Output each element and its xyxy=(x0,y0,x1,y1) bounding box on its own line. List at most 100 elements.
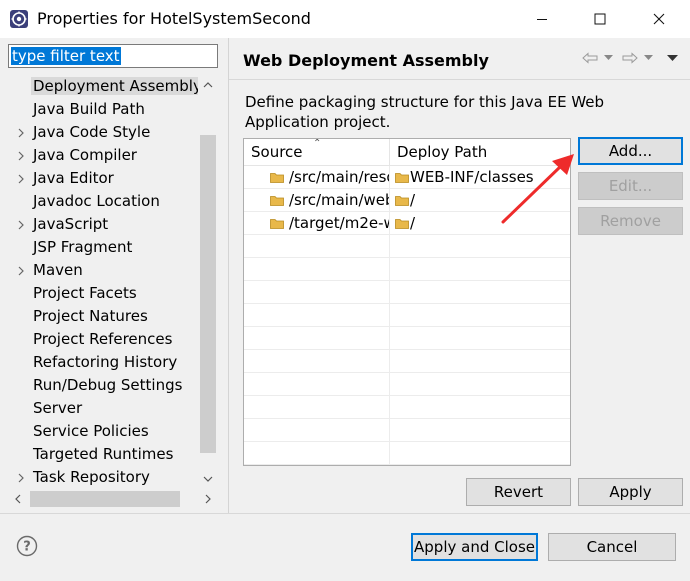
chevron-up-icon xyxy=(203,82,213,88)
tree-item[interactable]: Project Natures xyxy=(8,305,198,328)
remove-button[interactable]: Remove xyxy=(578,207,683,235)
expand-chevron-icon[interactable] xyxy=(15,167,27,190)
cell-deploy-path xyxy=(390,235,570,258)
deploy-path-text: / xyxy=(410,191,416,209)
expand-chevron-icon[interactable] xyxy=(15,144,27,167)
forward-menu-button[interactable] xyxy=(642,48,654,68)
view-menu-button[interactable] xyxy=(665,48,679,68)
tree-item[interactable]: Refactoring History xyxy=(8,351,198,374)
cell-deploy-path xyxy=(390,373,570,396)
folder-icon xyxy=(395,173,409,183)
tree-item[interactable]: Java Code Style xyxy=(8,121,198,144)
table-row-empty xyxy=(244,442,570,465)
tree-item-label: Javadoc Location xyxy=(33,192,160,210)
add-button[interactable]: Add... xyxy=(578,137,683,165)
column-header-deploy-path-label: Deploy Path xyxy=(397,143,488,161)
tree-item[interactable]: Server xyxy=(8,397,198,420)
tree-item-label: Refactoring History xyxy=(33,353,178,371)
tree-item[interactable]: Task Repository xyxy=(8,466,198,489)
tree-item[interactable]: Java Editor xyxy=(8,167,198,190)
table-row[interactable]: /src/main/webapp / xyxy=(244,189,570,212)
cell-deploy-path xyxy=(390,327,570,350)
apply-button[interactable]: Apply xyxy=(578,478,683,506)
folder-icon xyxy=(395,219,409,229)
cell-source xyxy=(244,235,390,258)
tree-item[interactable]: Service Policies xyxy=(8,420,198,443)
eclipse-app-icon xyxy=(10,10,28,28)
table-row-empty xyxy=(244,373,570,396)
maximize-button[interactable] xyxy=(577,0,623,38)
table-row[interactable]: /src/main/resources WEB-INF/classes xyxy=(244,166,570,189)
back-button[interactable] xyxy=(581,48,599,68)
window-title: Properties for HotelSystemSecond xyxy=(37,9,311,28)
forward-button[interactable] xyxy=(621,48,639,68)
view-menu-icon xyxy=(666,54,678,61)
expand-chevron-icon[interactable] xyxy=(15,259,27,282)
cell-source xyxy=(244,373,390,396)
source-path-text: /src/main/webapp xyxy=(289,191,389,209)
page-title: Web Deployment Assembly xyxy=(243,51,489,70)
edit-button[interactable]: Edit... xyxy=(578,172,683,200)
deployment-table[interactable]: Source ⌃ Deploy Path /src/main/resources… xyxy=(243,138,571,466)
tree-item[interactable]: Run/Debug Settings xyxy=(8,374,198,397)
help-icon[interactable]: ? xyxy=(16,535,38,557)
table-row-empty xyxy=(244,258,570,281)
tree-item[interactable]: Java Compiler xyxy=(8,144,198,167)
chevron-right-icon xyxy=(205,494,211,504)
source-path-text: /target/m2e-wtp/web-resources xyxy=(289,214,389,232)
column-header-source[interactable]: Source ⌃ xyxy=(244,139,390,166)
cell-source: /target/m2e-wtp/web-resources xyxy=(244,212,390,235)
expand-chevron-icon[interactable] xyxy=(15,213,27,236)
cell-source xyxy=(244,442,390,465)
tree-item[interactable]: Targeted Runtimes xyxy=(8,443,198,466)
table-row-empty xyxy=(244,396,570,419)
footer-separator xyxy=(0,513,690,514)
revert-button[interactable]: Revert xyxy=(466,478,571,506)
scroll-down-button[interactable] xyxy=(198,469,218,489)
cell-deploy-path xyxy=(390,304,570,327)
page-header: Web Deployment Assembly xyxy=(229,38,690,80)
table-header: Source ⌃ Deploy Path xyxy=(244,139,570,166)
tree-item[interactable]: JavaScript xyxy=(8,213,198,236)
cell-source xyxy=(244,304,390,327)
tree-horizontal-scrollbar[interactable] xyxy=(8,489,218,509)
tree-item-label: JavaScript xyxy=(33,215,109,233)
tree-item-label: Project References xyxy=(33,330,173,348)
tree-item[interactable]: Java Build Path xyxy=(8,98,198,121)
scroll-up-button[interactable] xyxy=(198,75,218,95)
tree-item-label: JSP Fragment xyxy=(33,238,133,256)
tree-item[interactable]: JSP Fragment xyxy=(8,236,198,259)
cell-deploy-path xyxy=(390,396,570,419)
tree-vertical-scrollbar[interactable] xyxy=(198,75,218,489)
cell-deploy-path xyxy=(390,281,570,304)
sort-ascending-icon: ⌃ xyxy=(313,138,322,149)
tree-item[interactable]: Project Facets xyxy=(8,282,198,305)
tree-item-label: Java Build Path xyxy=(33,100,145,118)
scroll-right-button[interactable] xyxy=(198,489,218,509)
minimize-button[interactable] xyxy=(519,0,565,38)
tree-item[interactable]: Project References xyxy=(8,328,198,351)
cell-source xyxy=(244,258,390,281)
back-menu-button[interactable] xyxy=(602,48,614,68)
apply-and-close-button[interactable]: Apply and Close xyxy=(411,533,538,561)
tree-item-label: Targeted Runtimes xyxy=(33,445,174,463)
scroll-left-button[interactable] xyxy=(8,489,28,509)
filter-input[interactable]: type filter text xyxy=(8,44,218,68)
tree-item[interactable]: Deployment Assembly xyxy=(8,75,198,98)
property-page-tree[interactable]: Deployment Assembly Java Build Path Java C… xyxy=(8,75,198,489)
cancel-button[interactable]: Cancel xyxy=(548,533,676,561)
cell-source xyxy=(244,419,390,442)
column-header-deploy-path[interactable]: Deploy Path xyxy=(390,139,570,166)
tree-item[interactable]: Maven xyxy=(8,259,198,282)
expand-chevron-icon[interactable] xyxy=(15,121,27,144)
close-button[interactable] xyxy=(636,0,682,38)
table-row[interactable]: /target/m2e-wtp/web-resources / xyxy=(244,212,570,235)
scroll-thumb[interactable] xyxy=(200,135,216,453)
forward-arrow-icon xyxy=(622,52,638,64)
hscroll-thumb[interactable] xyxy=(30,491,180,507)
close-icon xyxy=(653,13,665,25)
expand-chevron-icon[interactable] xyxy=(15,466,27,489)
tree-item[interactable]: Javadoc Location xyxy=(8,190,198,213)
folder-icon xyxy=(270,196,284,206)
cell-source xyxy=(244,281,390,304)
